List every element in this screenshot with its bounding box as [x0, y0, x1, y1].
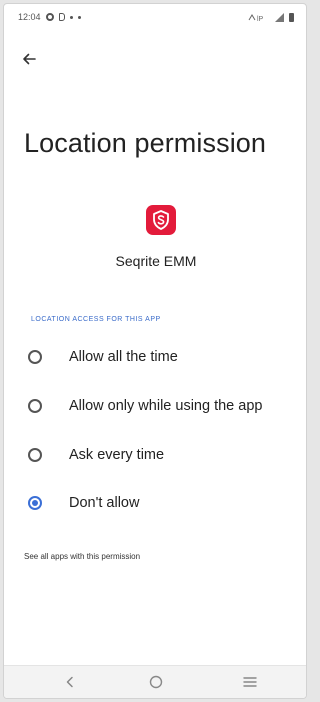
see-all-apps-link[interactable]: See all apps with this permission: [24, 552, 140, 561]
menu-lines-icon: [243, 677, 257, 687]
svg-text:lP: lP: [257, 16, 264, 22]
option-dont-allow[interactable]: Don't allow: [4, 483, 306, 523]
nav-recents-button[interactable]: [230, 666, 270, 698]
section-header: LOCATION ACCESS FOR THIS APP: [31, 316, 161, 323]
option-label: Allow all the time: [69, 349, 178, 365]
arrow-left-icon: [23, 53, 36, 65]
chevron-left-icon: [66, 676, 73, 688]
page-title: Location permission: [24, 128, 267, 158]
circle-home-icon: [149, 675, 163, 689]
nav-home-button[interactable]: [136, 666, 176, 698]
status-time: 12:04: [18, 12, 41, 22]
option-allow-all-the-time[interactable]: Allow all the time: [4, 337, 306, 377]
option-allow-while-using[interactable]: Allow only while using the app: [4, 386, 306, 426]
settings-status-icon: [45, 13, 54, 21]
app-notification-icon: [58, 13, 65, 21]
option-ask-every-time[interactable]: Ask every time: [4, 435, 306, 475]
radio-button[interactable]: [28, 399, 42, 413]
nav-back-button[interactable]: [50, 666, 90, 698]
signal-icon: [275, 12, 284, 22]
app-name: Seqrite EMM: [115, 253, 197, 269]
radio-button[interactable]: [28, 350, 42, 364]
status-left: 12:04: [18, 12, 81, 22]
status-bar: 12:04 lP: [4, 4, 306, 30]
notification-dot-icon: [77, 15, 81, 19]
app-icon: [146, 205, 176, 235]
navigation-bar: [4, 665, 306, 698]
radio-button[interactable]: [28, 448, 42, 462]
battery-icon: [289, 12, 294, 22]
notification-dot-icon: [69, 15, 73, 19]
back-button[interactable]: [18, 48, 40, 70]
radio-button-selected[interactable]: [28, 496, 42, 510]
seqrite-shield-icon: [153, 210, 169, 230]
option-label: Ask every time: [69, 447, 165, 463]
phone-screen: 12:04 lP Location permission Seqrite EMM: [3, 3, 307, 699]
option-label: Allow only while using the app: [69, 398, 263, 414]
status-right: lP: [248, 12, 294, 22]
option-label: Don't allow: [69, 495, 140, 511]
network-indicator-icon: lP: [248, 13, 264, 22]
